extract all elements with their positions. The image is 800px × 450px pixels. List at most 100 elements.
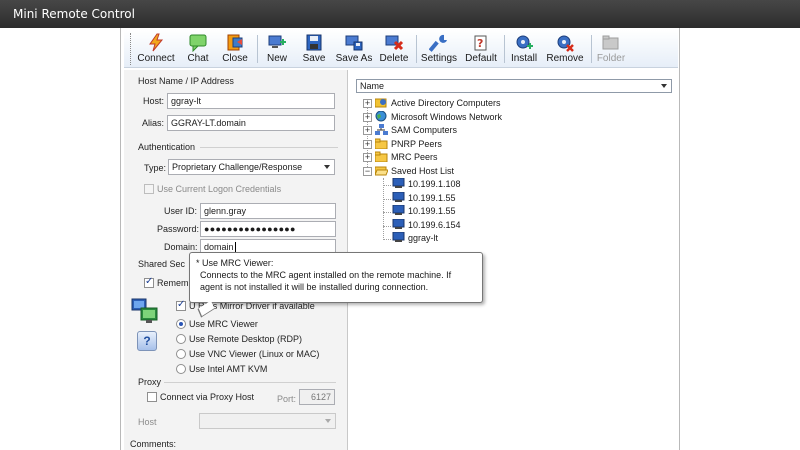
use-rdp-radio[interactable] bbox=[176, 334, 186, 344]
tooltip-line-1: Connects to the MRC agent installed on t… bbox=[200, 270, 452, 280]
auth-type-label: Type: bbox=[144, 163, 167, 173]
help-button[interactable]: ? bbox=[137, 331, 157, 351]
proxy-port-input[interactable]: 6127 bbox=[299, 389, 335, 405]
chat-icon bbox=[189, 34, 207, 52]
expand-toggle[interactable]: + bbox=[363, 99, 372, 108]
remember-checkbox[interactable] bbox=[144, 276, 154, 288]
expand-toggle[interactable]: + bbox=[363, 153, 372, 162]
computer-icon bbox=[392, 192, 405, 202]
proxy-checkbox[interactable] bbox=[147, 392, 157, 402]
save-as-button[interactable]: Save As bbox=[335, 31, 373, 67]
host-label: Host: bbox=[143, 96, 165, 106]
folder-icon bbox=[375, 138, 388, 149]
use-mrc-viewer-radio[interactable] bbox=[176, 319, 186, 329]
settings-button[interactable]: Settings bbox=[420, 31, 458, 67]
save-button[interactable]: Save bbox=[301, 31, 327, 67]
mirror-driver-checkbox[interactable] bbox=[176, 299, 186, 311]
svg-text:?: ? bbox=[477, 37, 483, 50]
expand-toggle[interactable]: + bbox=[363, 126, 372, 135]
group-divider bbox=[164, 382, 336, 383]
saved-host-item[interactable]: 10.199.1.55 bbox=[392, 205, 456, 218]
close-label: Close bbox=[222, 53, 248, 64]
chevron-down-icon bbox=[661, 84, 667, 88]
save-as-label: Save As bbox=[335, 53, 373, 64]
saved-host-label: 10.199.1.108 bbox=[408, 179, 461, 189]
auth-type-select[interactable]: Proprietary Challenge/Response bbox=[168, 159, 335, 175]
saved-host-label: 10.199.1.55 bbox=[408, 206, 456, 216]
tree-item-mrc-peers[interactable]: MRC Peers bbox=[375, 151, 438, 164]
saved-host-item[interactable]: ggray-lt bbox=[392, 232, 438, 245]
alias-input[interactable]: GGRAY-LT.domain bbox=[167, 115, 335, 131]
tree-item-label: Microsoft Windows Network bbox=[391, 112, 503, 122]
computer-icon bbox=[392, 205, 405, 215]
toolbar-separator bbox=[257, 35, 258, 63]
tree-column-header[interactable]: Name bbox=[356, 79, 672, 93]
proxy-port-label: Port: bbox=[277, 394, 297, 404]
default-button[interactable]: ? Default bbox=[463, 31, 499, 67]
saved-host-label: 10.199.6.154 bbox=[408, 220, 461, 230]
tree-connector bbox=[383, 185, 391, 186]
computer-icon bbox=[392, 178, 405, 188]
use-vnc-label: Use VNC Viewer (Linux or MAC) bbox=[189, 349, 320, 359]
folder-gear-icon bbox=[602, 35, 619, 50]
tree-item-pnrp-peers[interactable]: PNRP Peers bbox=[375, 138, 442, 151]
close-button[interactable]: Close bbox=[219, 31, 251, 67]
domain-value: domain bbox=[204, 242, 234, 252]
host-input[interactable]: ggray-lt bbox=[167, 93, 335, 109]
folder-button[interactable]: Folder bbox=[595, 31, 627, 67]
saved-host-item[interactable]: 10.199.1.55 bbox=[392, 192, 456, 205]
tree-connector bbox=[383, 199, 391, 200]
tree-item-windows-network[interactable]: Microsoft Windows Network bbox=[375, 111, 502, 124]
new-button[interactable]: New bbox=[263, 31, 291, 67]
tree-item-label: Saved Host List bbox=[391, 166, 455, 176]
chevron-down-icon bbox=[325, 419, 331, 423]
tree-item-label: PNRP Peers bbox=[391, 139, 442, 149]
remote-computers-icon bbox=[131, 298, 158, 323]
delete-button[interactable]: Delete bbox=[379, 31, 409, 67]
chat-button[interactable]: Chat bbox=[184, 31, 212, 67]
password-label: Password: bbox=[157, 224, 200, 234]
tree-item-label: Active Directory Computers bbox=[391, 98, 501, 108]
mrc-viewer-tooltip: * Use MRC Viewer: Connects to the MRC ag… bbox=[189, 252, 483, 318]
lightning-icon bbox=[149, 33, 164, 52]
toolbar-grip[interactable] bbox=[130, 33, 133, 65]
folder-label: Folder bbox=[596, 53, 626, 64]
proxy-section-title: Proxy bbox=[138, 377, 162, 387]
tree-connector bbox=[383, 178, 384, 238]
window-title: Mini Remote Control bbox=[13, 7, 135, 21]
shared-secret-title: Shared Sec bbox=[138, 259, 186, 269]
install-label: Install bbox=[510, 53, 538, 64]
expand-toggle[interactable]: + bbox=[363, 113, 372, 122]
proxy-host-select[interactable] bbox=[199, 413, 336, 429]
connect-button[interactable]: Connect bbox=[136, 31, 176, 67]
expand-toggle[interactable]: + bbox=[363, 140, 372, 149]
tree-item-sam-computers[interactable]: SAM Computers bbox=[375, 124, 457, 137]
tree-connector bbox=[383, 239, 391, 240]
ad-computers-icon bbox=[375, 98, 387, 108]
userid-input[interactable]: glenn.gray bbox=[200, 203, 336, 219]
saved-host-label: ggray-lt bbox=[408, 233, 439, 243]
toolbar-separator bbox=[504, 35, 505, 63]
tree-header-label: Name bbox=[360, 81, 385, 91]
use-rdp-label: Use Remote Desktop (RDP) bbox=[189, 334, 303, 344]
tree-item-ad-computers[interactable]: Active Directory Computers bbox=[375, 97, 501, 110]
userid-label: User ID: bbox=[164, 206, 198, 216]
saved-host-item[interactable]: 10.199.6.154 bbox=[392, 219, 461, 232]
tree-item-label: SAM Computers bbox=[391, 125, 458, 135]
use-logon-credentials-checkbox[interactable] bbox=[144, 184, 154, 194]
install-button[interactable]: Install bbox=[509, 31, 539, 67]
tree-item-saved-host-list[interactable]: Saved Host List bbox=[375, 165, 454, 178]
use-amt-kvm-radio[interactable] bbox=[176, 364, 186, 374]
collapse-toggle[interactable]: − bbox=[363, 167, 372, 176]
host-section-title: Host Name / IP Address bbox=[138, 76, 234, 86]
wrench-icon bbox=[429, 34, 447, 52]
password-input[interactable]: ●●●●●●●●●●●●●●●● bbox=[200, 221, 336, 237]
window-titlebar: Mini Remote Control bbox=[0, 0, 800, 28]
use-logon-credentials-label: Use Current Logon Credentials bbox=[157, 184, 282, 194]
toolbar-separator bbox=[591, 35, 592, 63]
saved-host-item[interactable]: 10.199.1.108 bbox=[392, 178, 461, 191]
remove-button[interactable]: Remove bbox=[545, 31, 585, 67]
chat-label: Chat bbox=[187, 53, 209, 64]
domain-label: Domain: bbox=[164, 242, 198, 252]
use-vnc-radio[interactable] bbox=[176, 349, 186, 359]
